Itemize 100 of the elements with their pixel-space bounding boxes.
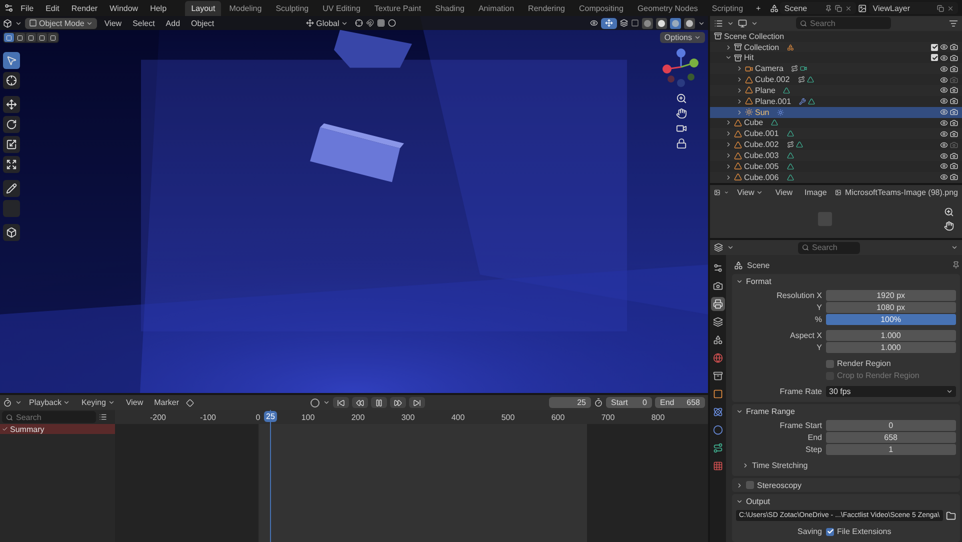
menu-item[interactable]: Marker [150,397,184,408]
eye-icon[interactable] [940,97,948,106]
search-field[interactable]: Search [2,411,96,423]
eye-icon[interactable] [940,118,948,127]
workspace-tab[interactable]: Layout [185,0,222,16]
tool-button[interactable] [3,180,20,197]
properties-tab[interactable] [711,315,725,329]
chevron-right-icon[interactable] [736,76,743,84]
tool-button[interactable] [3,72,20,89]
menu-item[interactable]: Playback [25,397,74,408]
selection-mode-button[interactable] [48,33,58,42]
workspace-tab[interactable]: UV Editing [316,0,366,16]
number-field[interactable]: 1.000 [826,330,956,341]
current-frame-field[interactable]: 25 [549,397,591,408]
checkbox[interactable] [826,360,834,368]
previous-keyframe-button[interactable] [352,397,368,408]
menu-item[interactable]: Window [104,2,144,14]
workspace-tab[interactable]: Texture Paint [368,0,428,16]
hand-icon[interactable] [676,108,686,119]
number-field[interactable]: 0 [826,420,956,431]
axis-gizmo-icon[interactable] [661,47,701,89]
menu-item[interactable]: View [733,186,768,198]
eye-icon[interactable] [940,162,948,170]
workspace-tab[interactable]: Scripting [706,0,750,16]
tool-button[interactable] [3,52,20,69]
menu-item[interactable]: Select [128,18,159,28]
chevron-right-icon[interactable] [736,86,743,94]
menu-item[interactable]: Edit [40,2,64,14]
menu-item[interactable]: Keying [77,397,119,408]
dropdown-field[interactable]: 30 fps [826,386,956,397]
menu-item[interactable]: View [771,186,797,198]
outliner-row[interactable]: Cube [710,118,962,128]
display-mode-icon[interactable] [738,18,747,28]
jump-start-button[interactable] [333,397,350,408]
outliner-row[interactable]: Sun [710,106,962,118]
search-field[interactable]: Search [796,17,891,30]
eye-icon[interactable] [940,108,948,116]
chevron-down-icon[interactable] [725,54,732,62]
chevron-right-icon[interactable] [725,119,732,126]
tool-button[interactable] [3,156,20,173]
editor-type-icon[interactable] [3,398,12,407]
tool-button[interactable] [3,224,20,241]
options-dropdown[interactable]: Options [660,32,705,43]
eye-icon[interactable] [940,54,948,62]
summary-channel[interactable]: Summary [0,424,115,434]
menu-item[interactable]: View [122,397,148,408]
shading-mode-icon[interactable] [684,18,695,28]
chevron-right-icon[interactable] [725,174,732,181]
checkbox[interactable] [746,481,754,489]
workspace-tab[interactable]: Animation [472,0,520,16]
editor-type-icon[interactable] [714,243,723,252]
next-keyframe-button[interactable] [390,397,406,408]
camera-icon[interactable] [676,123,686,134]
image-icon[interactable] [834,188,842,197]
pause-button[interactable] [371,397,388,408]
checkbox[interactable] [826,528,834,536]
menu-item[interactable]: File [16,2,39,14]
search-field[interactable]: Search [798,242,860,254]
orientation-dropdown[interactable]: Global [302,18,352,28]
selection-mode-button[interactable] [4,33,14,42]
playhead-frame[interactable]: 25 [264,411,277,422]
workspace-tab[interactable]: Shading [429,0,470,16]
folder-icon[interactable] [946,510,956,520]
stopwatch-icon[interactable] [594,398,603,407]
shading-mode-icon[interactable] [670,18,681,28]
scene-icon[interactable] [770,4,778,12]
panel-header[interactable]: Format [732,274,960,288]
chevron-right-icon[interactable] [736,108,743,116]
editor-type-icon[interactable] [714,188,720,197]
chevron-right-icon[interactable] [725,130,732,138]
menu-item[interactable]: Help [145,2,172,14]
eye-icon[interactable] [940,152,948,160]
exclude-checkbox[interactable] [931,44,938,51]
workspace-tab[interactable]: Sculpting [270,0,315,16]
properties-tab[interactable] [711,369,725,383]
hand-icon[interactable] [944,220,954,231]
lock-icon[interactable] [676,138,686,149]
snap-icon[interactable] [366,19,374,27]
properties-tab[interactable] [711,423,725,437]
workspace-tab[interactable]: Geometry Nodes [631,0,704,16]
selection-mode-button[interactable] [15,33,25,42]
gizmo-toggle[interactable] [601,18,617,28]
zoom-icon[interactable] [676,93,686,104]
tool-button[interactable] [3,96,20,113]
shading-mode-icon[interactable] [656,18,667,28]
checkbox-label[interactable]: Render Region [826,359,956,368]
properties-tab[interactable] [711,405,725,419]
add-workspace-button[interactable]: + [751,2,766,14]
subpanel-header[interactable]: Time Stretching [736,460,956,471]
chevron-right-icon[interactable] [725,162,732,170]
menu-item[interactable]: Object [187,18,218,28]
eye-icon[interactable] [940,173,948,182]
sync-icon[interactable] [99,413,107,421]
eye-icon[interactable] [940,76,948,84]
percentage-slider[interactable]: 100% [826,314,956,325]
menu-item[interactable]: View [100,18,126,28]
overlays-icon[interactable] [620,19,628,27]
number-field[interactable]: 658 [826,432,956,443]
eye-icon[interactable] [940,86,948,94]
menu-item[interactable]: Image [800,186,831,198]
